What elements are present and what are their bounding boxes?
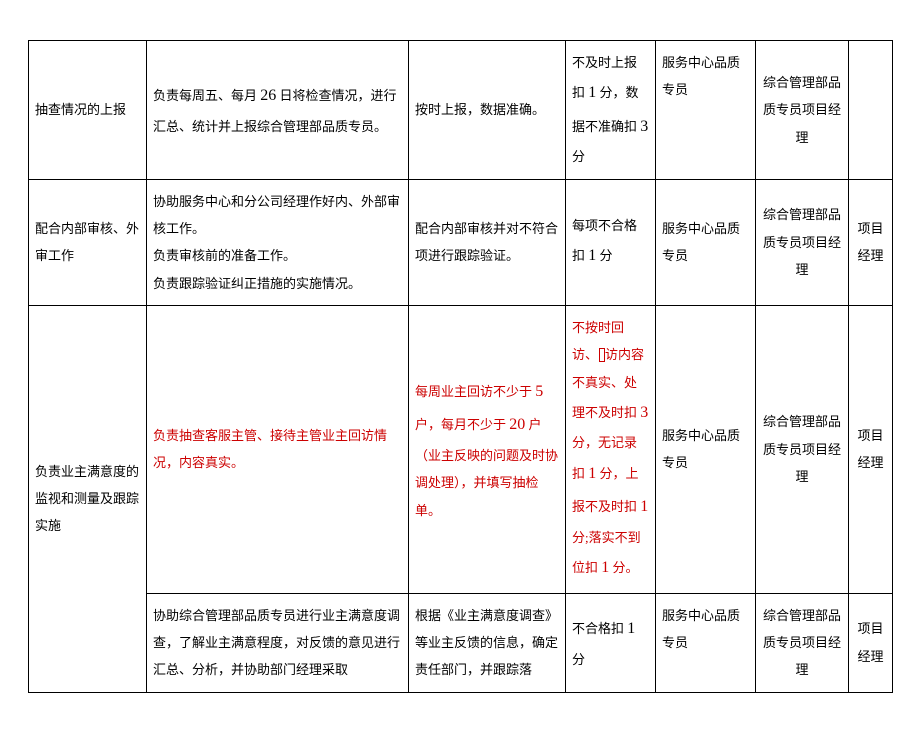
cell-checker: 服务中心品质专员 <box>656 305 756 593</box>
cell-item: 负责业主满意度的监视和测量及跟踪实施 <box>29 305 147 692</box>
text-cursor-icon <box>599 348 605 362</box>
cell-desc: 协助服务中心和分公司经理作好内、外部审核工作。 负责审核前的准备工作。 负责跟踪… <box>147 179 409 305</box>
cell-approver: 项目经理 <box>849 179 893 305</box>
cell-reviewer: 综合管理部品质专员项目经理 <box>756 593 849 692</box>
cell-approver: 项目经理 <box>849 593 893 692</box>
cell-desc: 负责每周五、每月 26 日将检查情况，进行汇总、统计并上报综合管理部品质专员。 <box>147 41 409 180</box>
cell-standard: 根据《业主满意度调查》等业主反馈的信息，确定责任部门，并跟踪落 <box>409 593 566 692</box>
cell-standard: 按时上报，数据准确。 <box>409 41 566 180</box>
cell-score: 不按时回访、访内容不真实、处理不及时扣 3 分，无记录扣 1 分，上报不及时扣 … <box>566 305 656 593</box>
cell-reviewer: 综合管理部品质专员项目经理 <box>756 41 849 180</box>
cell-checker: 服务中心品质专员 <box>656 41 756 180</box>
cell-checker: 服务中心品质专员 <box>656 593 756 692</box>
table-row: 配合内部审核、外审工作 协助服务中心和分公司经理作好内、外部审核工作。 负责审核… <box>29 179 893 305</box>
cell-desc: 负责抽查客服主管、接待主管业主回访情况，内容真实。 <box>147 305 409 593</box>
cell-item: 配合内部审核、外审工作 <box>29 179 147 305</box>
cell-checker: 服务中心品质专员 <box>656 179 756 305</box>
cell-desc: 协助综合管理部品质专员进行业主满意度调查，了解业主满意程度，对反馈的意见进行汇总… <box>147 593 409 692</box>
cell-reviewer: 综合管理部品质专员项目经理 <box>756 179 849 305</box>
cell-score: 每项不合格扣 1 分 <box>566 179 656 305</box>
table-row: 协助综合管理部品质专员进行业主满意度调查，了解业主满意程度，对反馈的意见进行汇总… <box>29 593 893 692</box>
cell-approver: 项目经理 <box>849 305 893 593</box>
cell-score: 不及时上报扣 1 分，数据不准确扣 3 分 <box>566 41 656 180</box>
table-row: 抽查情况的上报 负责每周五、每月 26 日将检查情况，进行汇总、统计并上报综合管… <box>29 41 893 180</box>
cell-standard: 每周业主回访不少于 5 户，每月不少于 20 户（业主反映的问题及时协调处理），… <box>409 305 566 593</box>
cell-item: 抽查情况的上报 <box>29 41 147 180</box>
assessment-table: 抽查情况的上报 负责每周五、每月 26 日将检查情况，进行汇总、统计并上报综合管… <box>28 40 893 693</box>
cell-standard: 配合内部审核并对不符合项进行跟踪验证。 <box>409 179 566 305</box>
cell-reviewer: 综合管理部品质专员项目经理 <box>756 305 849 593</box>
cell-approver <box>849 41 893 180</box>
cell-score: 不合格扣 1 分 <box>566 593 656 692</box>
table-row: 负责业主满意度的监视和测量及跟踪实施 负责抽查客服主管、接待主管业主回访情况，内… <box>29 305 893 593</box>
